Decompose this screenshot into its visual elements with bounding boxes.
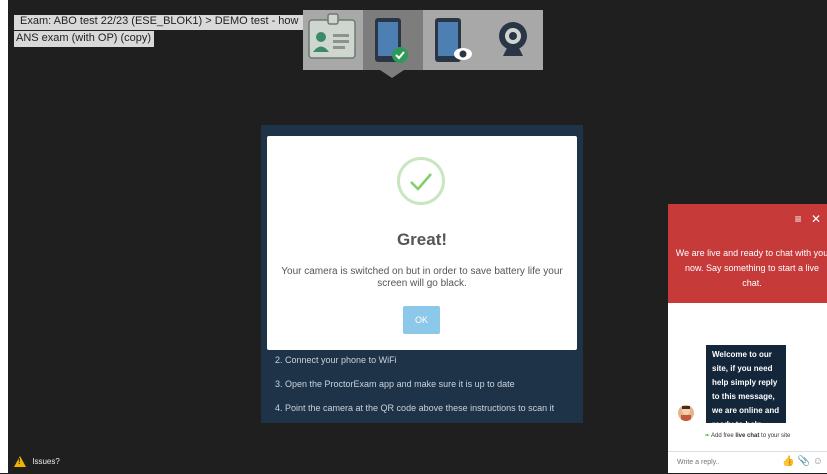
paperclip-icon[interactable]: 📎 <box>798 456 810 467</box>
chat-header-text: We are live and ready to chat with you n… <box>675 248 827 288</box>
check-circle-icon <box>397 157 445 205</box>
id-card-icon <box>308 13 356 59</box>
emoji-icon[interactable]: ☺ <box>813 456 823 467</box>
issues-button[interactable]: Issues? <box>14 456 60 470</box>
instruction-item: 4. Point the camera at the QR code above… <box>275 403 555 413</box>
chat-reply-actions: 👍 📎 ☺ <box>782 456 823 467</box>
left-frame-edge <box>0 0 8 473</box>
step-webcam[interactable] <box>483 10 543 70</box>
brand-prefix: Add free <box>710 433 734 439</box>
phone-eye-icon <box>435 18 472 62</box>
step-phone-eye[interactable] <box>423 10 483 70</box>
chat-branding[interactable]: ❧ Add free live chat to your site <box>668 432 827 439</box>
thumbs-up-icon[interactable]: 👍 <box>782 456 794 467</box>
brand-bold: live chat <box>735 433 760 439</box>
webcam-icon <box>499 22 527 56</box>
menu-icon[interactable]: ≡ <box>795 212 802 226</box>
modal-message: Your camera is switched on but in order … <box>281 266 563 289</box>
proctor-steps-bar <box>303 10 543 70</box>
close-icon[interactable]: ✕ <box>811 212 821 226</box>
step-id-card[interactable] <box>303 10 363 70</box>
ok-button[interactable]: OK <box>403 306 440 334</box>
exam-title-line1: Exam: ABO test 22/23 (ESE_BLOK1) > DEMO … <box>20 15 299 27</box>
chat-header: ≡ ✕ We are live and ready to chat with y… <box>668 204 827 303</box>
instruction-item: 2. Connect your phone to WiFi <box>275 355 397 365</box>
exam-title: Exam: ABO test 22/23 (ESE_BLOK1) > DEMO … <box>14 15 322 48</box>
chat-message-bubble: Welcome to our site, if you need help si… <box>706 345 786 423</box>
chat-reply-area[interactable]: Write a reply.. 👍 📎 ☺ <box>668 451 827 474</box>
live-chat-widget: ≡ ✕ We are live and ready to chat with y… <box>668 204 827 473</box>
instruction-item: 3. Open the ProctorExam app and make sur… <box>275 379 515 389</box>
leaf-icon: ❧ <box>704 433 710 439</box>
success-modal: Great! Your camera is switched on but in… <box>267 136 577 350</box>
modal-title: Great! <box>396 230 448 249</box>
step-pointer <box>380 70 404 78</box>
chat-reply-input[interactable]: Write a reply.. <box>677 459 720 466</box>
phone-check-icon <box>375 18 408 63</box>
exam-title-line2: ANS exam (with OP) (copy) <box>14 31 155 47</box>
step-phone-check[interactable] <box>363 10 423 70</box>
agent-avatar <box>678 405 694 421</box>
chat-header-controls: ≡ ✕ <box>795 212 821 226</box>
issues-label: Issues? <box>32 456 60 466</box>
warning-icon <box>14 456 26 467</box>
brand-suffix: to your site <box>761 433 791 439</box>
